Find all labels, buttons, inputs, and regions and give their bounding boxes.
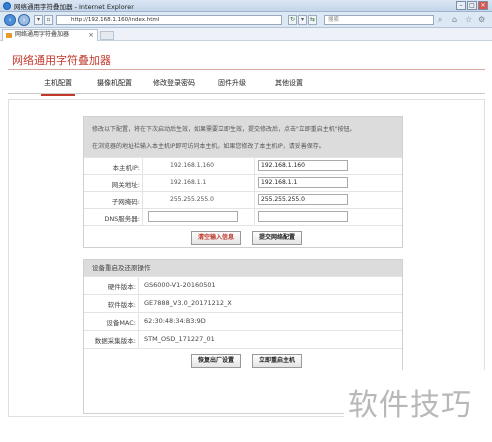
data-version-label: 数据采集版本: bbox=[94, 337, 136, 345]
address-bar: ‹ › ▾ ▫ http://192.168.1.160/index.html … bbox=[0, 12, 492, 28]
watermark: 软件技巧 bbox=[344, 370, 492, 442]
mac-row: 设备MAC: 62:30:48:34:B3:9D bbox=[84, 312, 402, 330]
close-window-button[interactable]: ✕ bbox=[478, 1, 488, 10]
hardware-version-row: 硬件版本: GS6000-V1-20160501 bbox=[84, 276, 402, 294]
data-version-value: STM_OSD_171227_01 bbox=[144, 335, 215, 343]
host-ip-input[interactable]: 192.168.1.160 bbox=[258, 160, 348, 171]
clear-input-button[interactable]: 清空输入信息 bbox=[191, 231, 241, 245]
submit-network-button[interactable]: 提交网络配置 bbox=[252, 231, 302, 245]
favorites-star-icon[interactable]: ☆ bbox=[465, 15, 472, 24]
close-tab-icon[interactable]: × bbox=[88, 30, 94, 40]
subnet-label: 子网掩码: bbox=[111, 198, 140, 206]
mac-label: 设备MAC: bbox=[106, 319, 136, 327]
back-arrow-icon[interactable]: ‹ bbox=[4, 14, 16, 26]
tab-host-config[interactable]: 主机配置 bbox=[41, 78, 75, 96]
hardware-version-label: 硬件版本: bbox=[107, 283, 136, 291]
title-divider bbox=[8, 69, 485, 70]
host-ip-row: 本主机IP: 192.168.1.160 192.168.1.160 bbox=[84, 157, 402, 174]
dns-input[interactable] bbox=[258, 211, 348, 222]
reboot-button[interactable]: 立即重启主机 bbox=[252, 354, 302, 368]
network-button-row: 清空输入信息 提交网络配置 bbox=[84, 225, 402, 248]
watermark-text: 软件技巧 bbox=[348, 388, 472, 423]
hardware-version-value: GS6000-V1-20160501 bbox=[144, 281, 216, 289]
dns-current-input[interactable] bbox=[148, 211, 238, 222]
dns-row: DNS服务器: bbox=[84, 208, 402, 225]
window-title: 网络通用字符叠加器 - Internet Explorer bbox=[14, 3, 134, 11]
window-titlebar: 网络通用字符叠加器 - Internet Explorer – □ ✕ bbox=[0, 0, 492, 12]
gateway-row: 网关地址: 192.168.1.1 192.168.1.1 bbox=[84, 174, 402, 191]
software-version-row: 软件版本: GE7888_V3.0_20171212_X bbox=[84, 294, 402, 312]
home-icon[interactable]: ⌂ bbox=[452, 15, 457, 24]
maximize-button[interactable]: □ bbox=[467, 1, 477, 10]
history-dropdown-icon[interactable]: ▾ bbox=[34, 15, 43, 25]
page-icon: ▫ bbox=[44, 15, 53, 25]
page-title: 网络通用字符叠加器 bbox=[12, 54, 111, 67]
gateway-input[interactable]: 192.168.1.1 bbox=[258, 177, 348, 188]
data-version-row: 数据采集版本: STM_OSD_171227_01 bbox=[84, 330, 402, 348]
tab-camera-config[interactable]: 摄像机配置 bbox=[97, 78, 132, 88]
device-section-header: 设备重启及还原操作 bbox=[84, 260, 402, 276]
compatibility-icon[interactable]: ↻ bbox=[288, 15, 297, 25]
host-ip-label: 本主机IP: bbox=[112, 164, 140, 172]
subnet-input[interactable]: 255.255.255.0 bbox=[258, 194, 348, 205]
software-version-label: 软件版本: bbox=[107, 301, 136, 309]
software-version-value: GE7888_V3.0_20171212_X bbox=[144, 299, 232, 307]
factory-reset-button[interactable]: 恢复出厂设置 bbox=[191, 354, 241, 368]
tab-other-settings[interactable]: 其他设置 bbox=[275, 78, 303, 88]
column-divider bbox=[254, 157, 255, 225]
browser-tab[interactable]: 网络通用字符叠加器 × bbox=[2, 29, 98, 41]
tab-change-password[interactable]: 修改登录密码 bbox=[153, 78, 195, 88]
search-input[interactable]: 搜索 bbox=[324, 15, 434, 25]
host-ip-current: 192.168.1.160 bbox=[170, 162, 214, 169]
main-menu: 主机配置 摄像机配置 修改登录密码 固件升级 其他设置 bbox=[8, 72, 485, 96]
subnet-current: 255.255.255.0 bbox=[170, 196, 214, 203]
refresh-icon[interactable]: ⇆ bbox=[308, 15, 317, 25]
favicon-icon bbox=[6, 33, 12, 38]
device-button-row: 恢复出厂设置 立即重启主机 bbox=[84, 348, 402, 372]
minimize-button[interactable]: – bbox=[456, 1, 466, 10]
tab-firmware-upgrade[interactable]: 固件升级 bbox=[218, 78, 246, 88]
forward-arrow-icon[interactable]: › bbox=[18, 14, 30, 26]
search-icon[interactable]: ⌕ bbox=[438, 15, 442, 25]
settings-gear-icon[interactable]: ⚙ bbox=[478, 15, 485, 24]
gateway-current: 192.168.1.1 bbox=[170, 179, 207, 186]
mac-value: 62:30:48:34:B3:9D bbox=[144, 317, 206, 325]
url-field[interactable]: http://192.168.1.160/index.html bbox=[56, 15, 282, 25]
new-tab-button[interactable] bbox=[100, 31, 114, 40]
gateway-label: 网关地址: bbox=[111, 181, 140, 189]
column-divider bbox=[138, 276, 139, 348]
notice-box: 修改以下配置，将在下次启动后生效，如果需要立即生效，提交修改后，点击"立即重启主… bbox=[84, 117, 402, 157]
notice-line-1: 修改以下配置，将在下次启动后生效，如果需要立即生效，提交修改后，点击"立即重启主… bbox=[92, 126, 356, 133]
tab-label: 网络通用字符叠加器 bbox=[15, 31, 70, 38]
tab-bar: 网络通用字符叠加器 × bbox=[0, 28, 492, 41]
subnet-row: 子网掩码: 255.255.255.0 255.255.255.0 bbox=[84, 191, 402, 208]
url-dropdown-icon[interactable]: ▾ bbox=[298, 15, 307, 25]
dns-label: DNS服务器: bbox=[104, 215, 140, 223]
notice-line-2: 在浏览器的地址栏输入本主机IP即可访问本主机，如果您修改了本主机IP，请妥善保存… bbox=[92, 143, 325, 150]
ie-logo-icon bbox=[3, 2, 11, 10]
network-config-panel: 修改以下配置，将在下次启动后生效，如果需要立即生效，提交修改后，点击"立即重启主… bbox=[83, 116, 403, 248]
column-divider bbox=[142, 157, 143, 225]
